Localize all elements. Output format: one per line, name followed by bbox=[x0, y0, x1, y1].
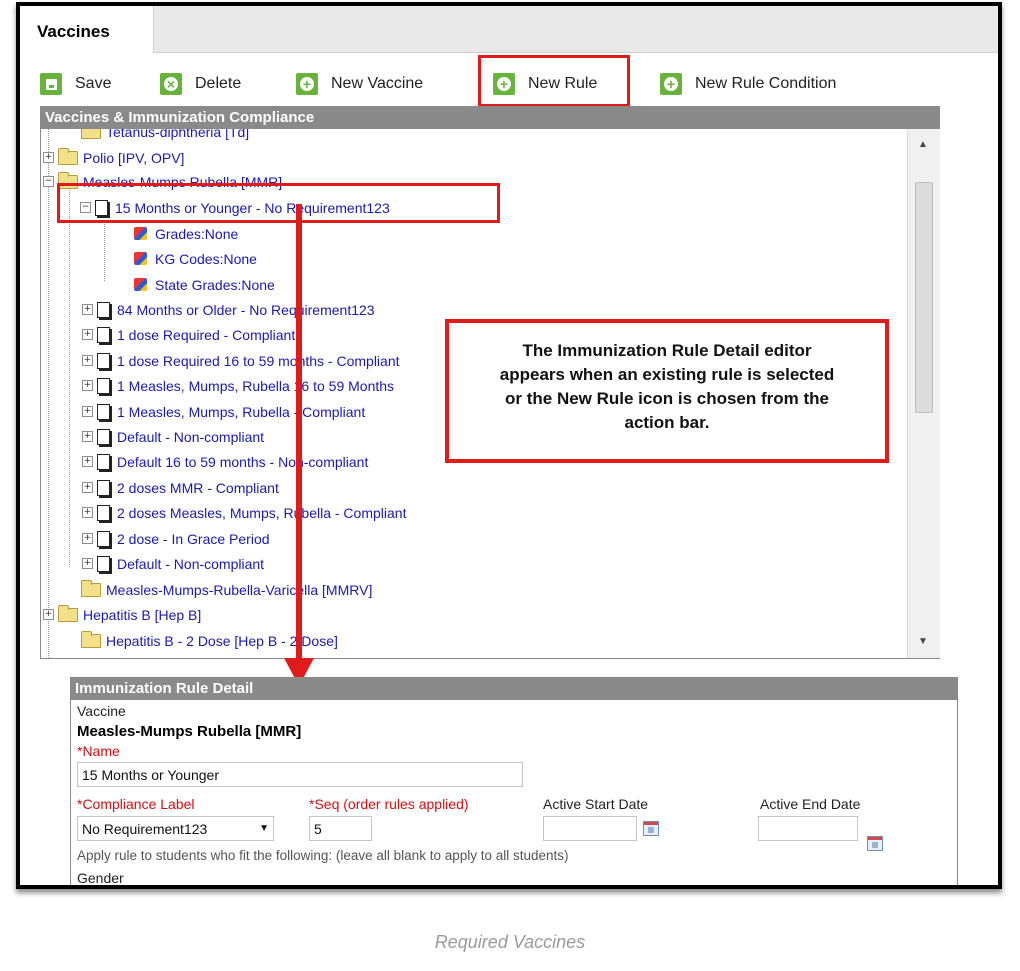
tab-bar bbox=[20, 6, 998, 53]
document-icon bbox=[97, 453, 110, 470]
document-icon bbox=[97, 479, 110, 496]
expand-icon[interactable]: + bbox=[82, 533, 93, 544]
scroll-up-icon[interactable]: ▲ bbox=[918, 139, 928, 150]
tree-item[interactable]: + 1 Measles, Mumps, Rubella - Compliant bbox=[82, 399, 365, 424]
folder-icon bbox=[81, 129, 101, 139]
tree-item[interactable]: + 2 doses MMR - Compliant bbox=[82, 475, 279, 500]
vaccine-label: Vaccine bbox=[77, 703, 126, 719]
tree-item[interactable]: KG Codes:None bbox=[134, 246, 257, 271]
action-bar: Save × Delete + New Vaccine + New Rule +… bbox=[20, 53, 998, 107]
expand-icon[interactable]: + bbox=[82, 355, 93, 366]
add-icon: + bbox=[296, 73, 318, 95]
compliance-label: *Compliance Label bbox=[77, 796, 195, 812]
expand-icon[interactable]: + bbox=[82, 304, 93, 315]
folder-icon bbox=[58, 147, 78, 165]
expand-icon[interactable]: + bbox=[82, 456, 93, 467]
chevron-down-icon: ▼ bbox=[259, 823, 269, 834]
active-end-date-input[interactable] bbox=[758, 816, 858, 841]
expand-icon[interactable]: + bbox=[82, 431, 93, 442]
document-icon bbox=[97, 504, 110, 521]
tree-item[interactable]: + Default - Non-compliant bbox=[82, 551, 264, 576]
detail-panel-header: Immunization Rule Detail bbox=[71, 678, 957, 700]
folder-icon bbox=[58, 604, 78, 622]
document-icon bbox=[97, 377, 110, 394]
apply-rule-instructions: Apply rule to students who fit the follo… bbox=[77, 848, 569, 863]
callout-box: The Immunization Rule Detail editor appe… bbox=[445, 319, 889, 463]
new-vaccine-button[interactable]: + New Vaccine bbox=[296, 70, 423, 98]
tree-item[interactable]: Tetanus-diphtheria [Td] bbox=[66, 129, 249, 144]
tree-item[interactable]: + 1 Measles, Mumps, Rubella 16 to 59 Mon… bbox=[82, 373, 394, 398]
seq-label: *Seq (order rules applied) bbox=[309, 796, 469, 812]
calendar-icon[interactable] bbox=[643, 821, 659, 836]
condition-cube-icon bbox=[134, 252, 147, 265]
document-icon bbox=[97, 428, 110, 445]
selected-rule-highlight bbox=[57, 183, 500, 223]
name-label: *Name bbox=[77, 743, 120, 759]
save-button[interactable]: Save bbox=[40, 70, 111, 98]
tree-item[interactable]: State Grades:None bbox=[134, 272, 275, 297]
collapse-icon[interactable]: − bbox=[43, 176, 54, 187]
expand-icon[interactable]: + bbox=[82, 329, 93, 340]
tree-item[interactable]: + 1 dose Required 16 to 59 months - Comp… bbox=[82, 348, 400, 373]
tree-item[interactable]: + Hepatitis B [Hep B] bbox=[43, 602, 201, 627]
scroll-down-icon[interactable]: ▼ bbox=[918, 636, 928, 647]
tree-item[interactable]: + 2 dose - In Grace Period bbox=[82, 526, 270, 551]
folder-icon bbox=[81, 579, 101, 597]
condition-cube-icon bbox=[134, 278, 147, 291]
tree-item[interactable]: Measles-Mumps-Rubella-Varicella [MMRV] bbox=[66, 577, 372, 602]
scrollbar-thumb[interactable] bbox=[915, 182, 933, 413]
gender-label: Gender bbox=[77, 870, 124, 886]
document-icon bbox=[97, 326, 110, 343]
pointer-arrow bbox=[296, 204, 302, 664]
tree-item[interactable]: + 2 doses Measles, Mumps, Rubella - Comp… bbox=[82, 500, 406, 525]
delete-icon: × bbox=[160, 73, 182, 95]
document-icon bbox=[97, 403, 110, 420]
document-icon bbox=[97, 352, 110, 369]
document-icon bbox=[97, 555, 110, 572]
tree-item[interactable]: + Default 16 to 59 months - Non-complian… bbox=[82, 449, 368, 474]
active-end-date-label: Active End Date bbox=[760, 796, 861, 812]
tree-item[interactable]: + 1 dose Required - Compliant bbox=[82, 322, 295, 347]
tree-item[interactable]: Grades:None bbox=[134, 221, 238, 246]
expand-icon[interactable]: + bbox=[82, 558, 93, 569]
tree-item[interactable]: + Polio [IPV, OPV] bbox=[43, 145, 184, 170]
add-icon: + bbox=[660, 73, 682, 95]
seq-input[interactable] bbox=[309, 816, 372, 841]
tab-vaccines[interactable]: Vaccines bbox=[20, 6, 154, 53]
immunization-rule-detail-panel: Immunization Rule Detail Vaccine Measles… bbox=[70, 677, 958, 886]
expand-icon[interactable]: + bbox=[82, 482, 93, 493]
name-input[interactable] bbox=[77, 762, 523, 787]
expand-icon[interactable]: + bbox=[43, 609, 54, 620]
vaccine-value: Measles-Mumps Rubella [MMR] bbox=[77, 723, 302, 740]
tree-scrollbar[interactable]: ▲ ▼ bbox=[907, 129, 940, 658]
compliance-select[interactable]: No Requirement123 ▼ bbox=[77, 816, 274, 841]
figure-caption: Required Vaccines bbox=[434, 932, 586, 952]
tree-item[interactable]: + 84 Months or Older - No Requirement123 bbox=[82, 297, 375, 322]
expand-icon[interactable]: + bbox=[82, 507, 93, 518]
folder-icon bbox=[81, 630, 101, 648]
new-rule-condition-button[interactable]: + New Rule Condition bbox=[660, 70, 836, 98]
active-start-date-input[interactable] bbox=[543, 816, 637, 841]
condition-cube-icon bbox=[134, 227, 147, 240]
expand-icon[interactable]: + bbox=[82, 406, 93, 417]
save-icon bbox=[40, 73, 62, 95]
document-icon bbox=[97, 301, 110, 318]
tree-panel-header: Vaccines & Immunization Compliance bbox=[41, 107, 939, 129]
expand-icon[interactable]: + bbox=[43, 152, 54, 163]
active-start-date-label: Active Start Date bbox=[543, 796, 649, 812]
application-window: Vaccines Save × Delete + New Vaccine + N… bbox=[16, 2, 1002, 889]
document-icon bbox=[97, 530, 110, 547]
expand-icon[interactable]: + bbox=[82, 380, 93, 391]
new-rule-highlight bbox=[478, 55, 630, 107]
delete-button[interactable]: × Delete bbox=[160, 70, 241, 98]
tree-item[interactable]: + Default - Non-compliant bbox=[82, 424, 264, 449]
calendar-icon[interactable] bbox=[867, 836, 883, 851]
